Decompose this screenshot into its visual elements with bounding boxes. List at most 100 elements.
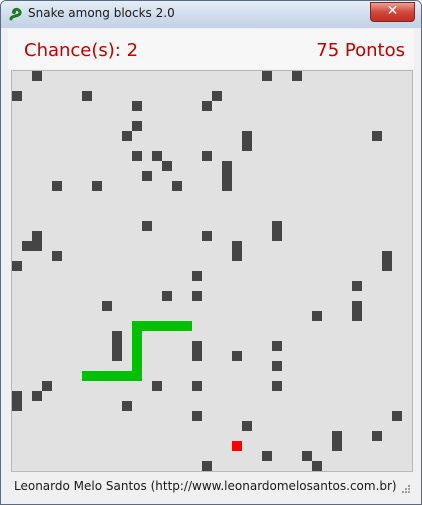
snake-segment	[132, 361, 142, 371]
snake-segment	[122, 371, 132, 381]
obstacle-block	[122, 131, 132, 141]
obstacle-block	[292, 71, 302, 81]
obstacle-block	[12, 91, 22, 101]
obstacle-block	[262, 71, 272, 81]
chances-label: Chance(s): 2	[24, 40, 139, 61]
obstacle-block	[132, 121, 142, 131]
obstacle-block	[212, 91, 222, 101]
obstacle-block	[242, 131, 252, 141]
obstacle-block	[242, 421, 252, 431]
obstacle-block	[392, 411, 402, 421]
snake-segment	[152, 321, 162, 331]
obstacle-block	[92, 181, 102, 191]
obstacle-block	[202, 461, 212, 471]
obstacle-block	[52, 181, 62, 191]
obstacle-block	[272, 361, 282, 371]
obstacle-block	[352, 301, 362, 311]
snake-app-icon	[8, 6, 24, 22]
snake-segment	[162, 321, 172, 331]
obstacle-block	[222, 181, 232, 191]
obstacle-block	[162, 291, 172, 301]
obstacle-block	[32, 231, 42, 241]
obstacle-block	[262, 451, 272, 461]
obstacle-block	[312, 311, 322, 321]
obstacle-block	[12, 401, 22, 411]
obstacle-block	[332, 431, 342, 441]
obstacle-block	[42, 381, 52, 391]
app-window: Snake among blocks 2.0 ✕ Chance(s): 2 75…	[0, 0, 422, 505]
snake-segment	[132, 371, 142, 381]
snake-segment	[132, 321, 142, 331]
snake-segment	[112, 371, 122, 381]
obstacle-block	[382, 251, 392, 261]
snake-segment	[142, 321, 152, 331]
score-header: Chance(s): 2 75 Pontos	[8, 29, 414, 69]
snake-segment	[132, 341, 142, 351]
snake-segment	[132, 331, 142, 341]
close-icon: ✕	[386, 3, 399, 19]
obstacle-block	[232, 351, 242, 361]
obstacle-block	[122, 401, 132, 411]
obstacle-block	[112, 331, 122, 341]
obstacle-block	[272, 221, 282, 231]
snake-segment	[182, 321, 192, 331]
snake-segment	[82, 371, 92, 381]
food-item	[232, 441, 242, 451]
obstacle-block	[132, 101, 142, 111]
obstacle-block	[192, 411, 202, 421]
obstacle-block	[32, 71, 42, 81]
obstacle-block	[192, 291, 202, 301]
obstacle-block	[102, 301, 112, 311]
obstacle-block	[32, 391, 42, 401]
obstacle-block	[12, 261, 22, 271]
obstacle-block	[382, 261, 392, 271]
snake-segment	[102, 371, 112, 381]
obstacle-block	[232, 241, 242, 251]
obstacle-block	[152, 381, 162, 391]
obstacle-block	[332, 441, 342, 451]
close-button[interactable]: ✕	[370, 2, 415, 22]
obstacle-block	[272, 381, 282, 391]
snake-segment	[172, 321, 182, 331]
obstacle-block	[202, 101, 212, 111]
obstacle-block	[232, 251, 242, 261]
obstacle-block	[302, 451, 312, 461]
game-board[interactable]	[11, 70, 413, 472]
obstacle-block	[52, 251, 62, 261]
obstacle-block	[352, 311, 362, 321]
obstacle-block	[372, 131, 382, 141]
obstacle-block	[192, 341, 202, 351]
window-title: Snake among blocks 2.0	[28, 6, 175, 20]
obstacle-block	[112, 351, 122, 361]
author-credit: Leonardo Melo Santos (http://www.leonard…	[14, 479, 397, 493]
obstacle-block	[12, 391, 22, 401]
client-area: Chance(s): 2 75 Pontos Leonardo Melo San…	[8, 29, 414, 497]
snake-segment	[132, 351, 142, 361]
resize-grip-icon[interactable]	[402, 485, 411, 494]
obstacle-block	[312, 461, 322, 471]
obstacle-block	[192, 271, 202, 281]
obstacle-block	[202, 151, 212, 161]
status-bar: Leonardo Melo Santos (http://www.leonard…	[8, 475, 414, 497]
obstacle-block	[202, 231, 212, 241]
obstacle-block	[222, 171, 232, 181]
obstacle-block	[172, 181, 182, 191]
obstacle-block	[112, 341, 122, 351]
obstacle-block	[132, 151, 142, 161]
game-board-canvas	[12, 71, 402, 471]
obstacle-block	[242, 141, 252, 151]
title-bar[interactable]: Snake among blocks 2.0 ✕	[1, 1, 421, 28]
obstacle-block	[162, 161, 172, 171]
obstacle-block	[82, 91, 92, 101]
obstacle-block	[32, 241, 42, 251]
obstacle-block	[192, 351, 202, 361]
obstacle-block	[192, 381, 202, 391]
obstacle-block	[352, 281, 362, 291]
obstacle-block	[272, 231, 282, 241]
obstacle-block	[22, 241, 32, 251]
points-label: 75 Pontos	[316, 40, 405, 61]
snake-segment	[92, 371, 102, 381]
obstacle-block	[222, 161, 232, 171]
obstacle-block	[372, 431, 382, 441]
obstacle-block	[142, 221, 152, 231]
